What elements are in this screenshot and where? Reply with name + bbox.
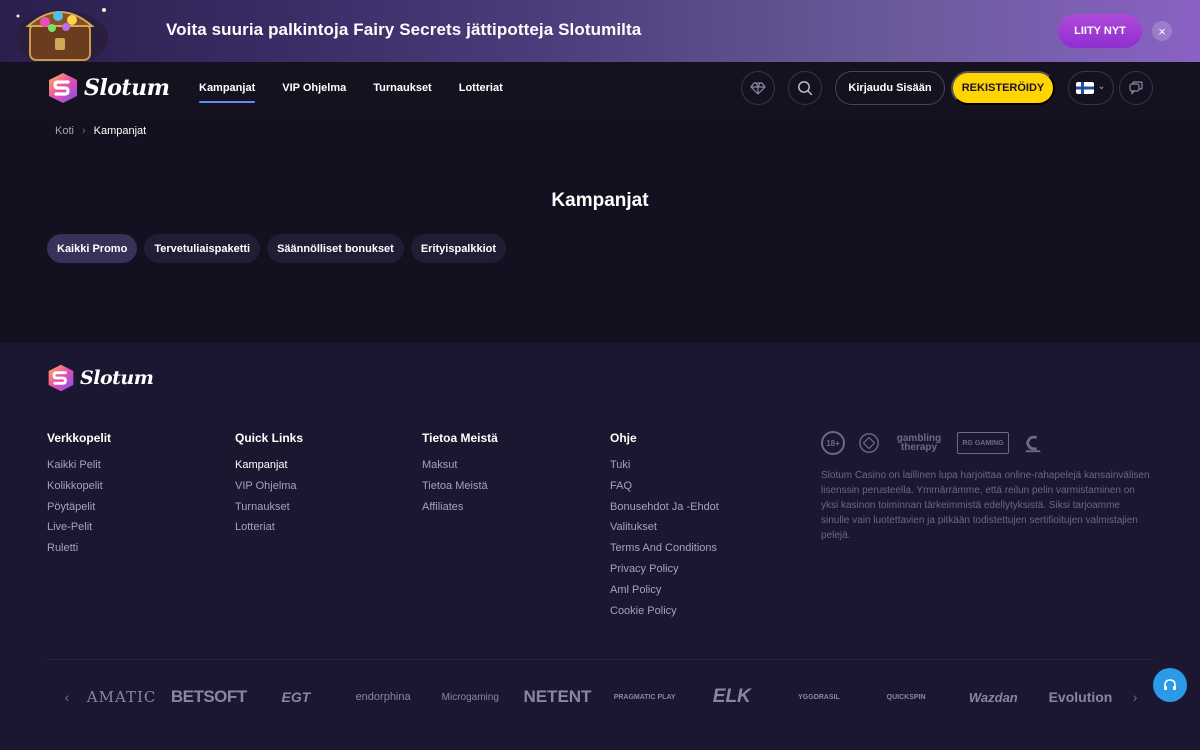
slotum-logo-icon [49,73,77,103]
footer-col-tietoa-meista: Tietoa Meistä Maksut Tietoa Meistä Affil… [422,431,498,517]
rg-gaming-badge: RG GAMING [957,432,1009,454]
license-badges: 18+ gambling therapy RG GAMING [821,431,1045,455]
filter-tervetuliaispaketti[interactable]: Tervetuliaispaketti [144,234,261,263]
footer-link[interactable]: Ruletti [47,538,111,559]
footer-link[interactable]: Kampanjat [235,455,303,476]
main-nav: Kampanjat VIP Ohjelma Turnaukset Lotteri… [199,62,503,114]
promo-banner: Voita suuria palkintoja Fairy Secrets jä… [0,0,1200,62]
footer-col-title: Tietoa Meistä [422,431,498,445]
provider-elk[interactable]: ELK [688,686,775,708]
footer-link[interactable]: Tietoa Meistä [422,476,498,497]
chat-button[interactable] [1119,71,1153,105]
footer-col-verkkopelit: Verkkopelit Kaikki Pelit Kolikkopelit Pö… [47,431,111,559]
license-text: Slotum Casino on laillinen lupa harjoitt… [821,470,1150,541]
footer-link[interactable]: Cookie Policy [610,601,719,622]
footer-col-quick-links: Quick Links Kampanjat VIP Ohjelma Turnau… [235,431,303,538]
provider-netent[interactable]: NETENT [514,687,601,707]
nav-vip-ohjelma[interactable]: VIP Ohjelma [282,78,346,98]
close-banner-button[interactable]: × [1152,21,1172,41]
breadcrumb-separator-icon: › [81,125,86,137]
footer-link[interactable]: Valitukset [610,517,719,538]
join-now-button[interactable]: LIITY NYT [1058,14,1142,48]
chat-icon [1129,81,1143,95]
slotum-logo-icon [48,364,74,392]
promo-text: Voita suuria palkintoja Fairy Secrets jä… [166,20,642,39]
footer-link[interactable]: Bonusehdot Ja -Ehdot [610,497,719,518]
breadcrumb: Koti › Kampanjat [55,125,146,137]
footer-col-title: Verkkopelit [47,431,112,445]
providers-divider [46,659,1154,660]
footer-link[interactable]: Affiliates [422,497,498,518]
footer-col-title: Quick Links [235,431,304,445]
footer-link[interactable]: VIP Ohjelma [235,476,303,497]
diamond-icon [750,82,766,95]
footer-link[interactable]: Turnaukset [235,497,303,518]
footer-link[interactable]: Lotteriat [235,517,303,538]
filter-saannolliset-bonukset[interactable]: Säännölliset bonukset [267,234,404,263]
provider-endorphina[interactable]: endorphina [340,691,427,703]
filter-erityispalkkiot[interactable]: Erityispalkkiot [410,234,507,263]
nav-kampanjat[interactable]: Kampanjat [199,78,256,103]
logo-text: Slotum [84,75,170,101]
footer-link[interactable]: Kaikki Pelit [47,455,111,476]
providers-carousel: ‹ AMATIC BETSOFT EGT endorphina Microgam… [56,679,1146,715]
footer-link[interactable]: Pöytäpelit [47,497,111,518]
provider-amatic[interactable]: AMATIC [78,688,165,706]
treasure-chest-image [16,8,108,62]
footer-col-ohje: Ohje Tuki FAQ Bonusehdot Ja -Ehdot Valit… [610,431,719,621]
page-title: Kampanjat [551,190,649,211]
footer-link[interactable]: Kolikkopelit [47,476,111,497]
provider-microgaming[interactable]: Microgaming [427,692,514,703]
nav-turnaukset[interactable]: Turnaukset [373,78,431,98]
login-button[interactable]: Kirjaudu Sisään [835,71,945,105]
breadcrumb-home[interactable]: Koti [55,125,74,137]
footer-link[interactable]: Maksut [422,455,498,476]
carousel-next-icon[interactable]: › [1124,689,1146,705]
carousel-prev-icon[interactable]: ‹ [56,689,78,705]
finland-flag-icon [1076,82,1095,94]
language-selector[interactable]: ⌄ [1068,71,1114,105]
footer-link[interactable]: FAQ [610,476,719,497]
site-footer: Slotum Verkkopelit Kaikki Pelit Kolikkop… [0,343,1200,750]
promo-filters: Kaikki Promo Tervetuliaispaketti Säännöl… [47,234,507,263]
footer-link[interactable]: Aml Policy [610,580,719,601]
provider-evolution[interactable]: Evolution [1037,689,1124,705]
provider-yggdrasil[interactable]: YGGDRASIL [775,694,862,701]
provider-betsoft[interactable]: BETSOFT [165,687,252,707]
close-icon: × [1158,23,1166,39]
footer-link[interactable]: Live-Pelit [47,517,111,538]
breadcrumb-current: Kampanjat [93,125,147,137]
search-button[interactable] [788,71,822,105]
gamcare-icon [859,433,879,453]
main-content: Koti › Kampanjat Kampanjat Kaikki Promo … [0,114,1200,343]
support-chat-button[interactable] [1153,668,1187,702]
footer-col-title: Ohje [610,431,637,445]
provider-wazdan[interactable]: Wazdan [950,690,1037,705]
gaming-labs-icon [1025,435,1041,453]
site-header: Slotum Kampanjat VIP Ohjelma Turnaukset … [0,62,1200,114]
vip-button[interactable] [741,71,775,105]
provider-pragmatic-play[interactable]: PRAGMATIC PLAY [601,694,688,701]
age-18-badge: 18+ [821,431,845,455]
footer-link[interactable]: Privacy Policy [610,559,719,580]
search-icon [798,81,813,96]
provider-quickspin[interactable]: QUICKSPIN [863,694,950,701]
footer-link[interactable]: Tuki [610,455,719,476]
headset-icon [1164,679,1176,690]
register-button[interactable]: REKISTERÖIDY [951,71,1055,105]
chevron-down-icon: ⌄ [1097,80,1106,92]
gambling-therapy-badge: gambling therapy [896,433,942,453]
footer-logo-text: Slotum [80,367,154,389]
footer-link[interactable]: Terms And Conditions [610,538,719,559]
provider-egt[interactable]: EGT [252,689,339,705]
logo[interactable]: Slotum [46,71,170,105]
filter-kaikki-promo[interactable]: Kaikki Promo [47,234,138,263]
footer-logo[interactable]: Slotum [46,363,154,393]
nav-lotteriat[interactable]: Lotteriat [459,78,503,98]
